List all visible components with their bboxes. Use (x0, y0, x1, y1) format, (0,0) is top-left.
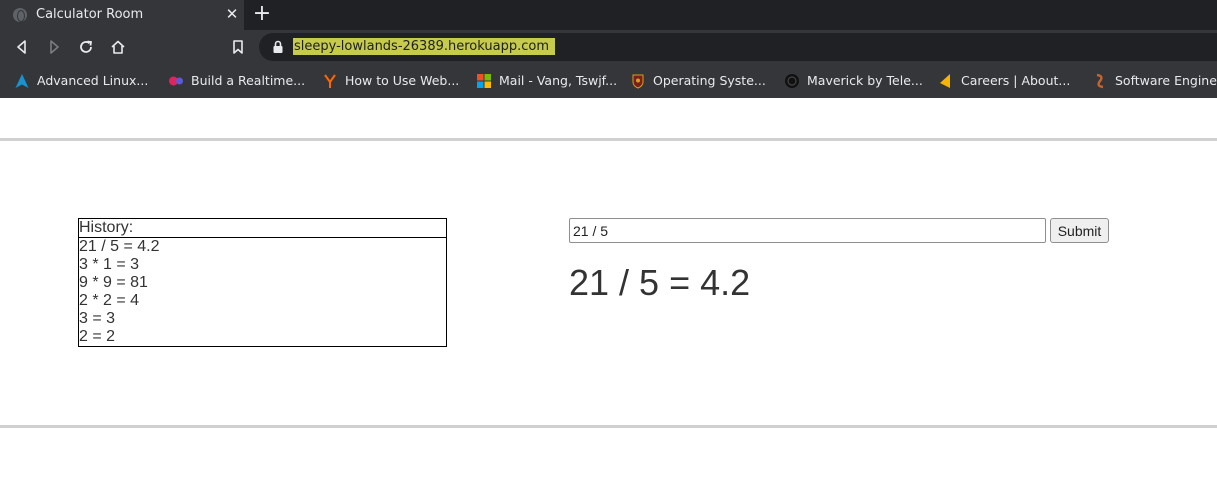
globe-icon (13, 8, 27, 22)
bookmark-icon (233, 40, 243, 54)
history-item: 21 / 5 = 4.2 (79, 238, 160, 255)
history-item: 2 = 2 (79, 328, 116, 345)
back-icon (17, 40, 26, 54)
result-display: 21 / 5 = 4.2 (569, 262, 751, 303)
close-tab-icon[interactable]: ✕ (224, 5, 240, 23)
browser-toolbar: sleepy-lowlands-26389.herokuapp.com (0, 30, 1217, 64)
history-panel: History: 21 / 5 = 4.2 3 * 1 = 3 9 * 9 = … (78, 218, 447, 347)
expression-input[interactable] (569, 218, 1046, 243)
home-button[interactable] (107, 36, 129, 58)
bookmark-label: Careers | About... (961, 73, 1071, 88)
bookmark-label: Software Enginee... (1115, 73, 1217, 88)
history-item: 3 = 3 (79, 310, 116, 327)
history-list: 21 / 5 = 4.2 3 * 1 = 3 9 * 9 = 81 2 * 2 … (79, 238, 446, 346)
reload-icon (80, 40, 93, 53)
top-divider (0, 138, 1217, 141)
ycombinator-icon (324, 74, 336, 88)
forward-button[interactable] (43, 36, 65, 58)
tab-title: Calculator Room (36, 7, 144, 22)
tab-calculator-room[interactable]: Calculator Room ✕ (0, 0, 244, 30)
bookmark-label: How to Use Web... (345, 73, 460, 88)
home-icon (111, 40, 125, 54)
bookmark-label: Build a Realtime... (191, 73, 306, 88)
maverick-icon (785, 74, 799, 88)
tab-strip: Calculator Room ✕ + (0, 0, 1217, 30)
url-text: sleepy-lowlands-26389.herokuapp.com (293, 38, 555, 55)
submit-button[interactable]: Submit (1050, 218, 1109, 243)
history-title: History: (79, 219, 446, 238)
bookmark-label: Maverick by Tele... (807, 73, 923, 88)
build-realtime-icon (169, 76, 183, 86)
bottom-divider (0, 425, 1217, 428)
bookmark-page-button[interactable] (227, 36, 249, 58)
bookmark-label: Operating Syste... (653, 73, 766, 88)
software-engineer-icon (1096, 73, 1104, 89)
careers-icon (940, 74, 950, 88)
address-bar[interactable]: sleepy-lowlands-26389.herokuapp.com (259, 33, 1217, 61)
microsoft-icon (477, 74, 491, 88)
forward-icon (50, 40, 59, 54)
back-button[interactable] (11, 36, 33, 58)
history-item: 3 * 1 = 3 (79, 256, 140, 273)
bookmark-label: Advanced Linux... (37, 73, 149, 88)
bookmarks-bar: Advanced Linux... Build a Realtime... Ho… (0, 64, 1217, 98)
lock-icon (273, 40, 283, 53)
university-crest-icon (632, 74, 644, 89)
new-tab-button[interactable]: + (252, 3, 272, 25)
reload-button[interactable] (75, 36, 97, 58)
bookmark-label: Mail - Vang, Tswjf... (499, 73, 618, 88)
arch-linux-icon (15, 74, 29, 88)
history-item: 2 * 2 = 4 (79, 292, 140, 309)
history-item: 9 * 9 = 81 (79, 274, 148, 291)
